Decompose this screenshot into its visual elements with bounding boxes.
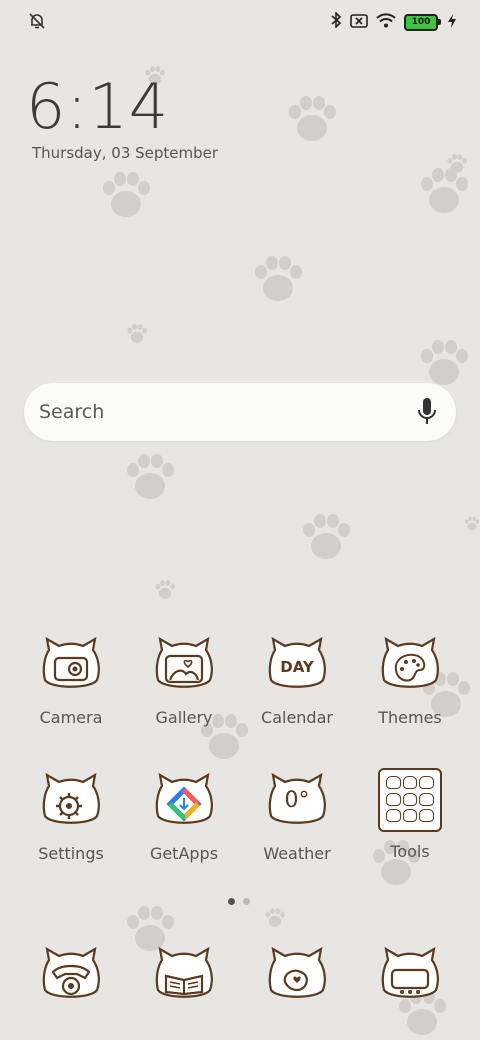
paw-print-decoration xyxy=(252,256,304,304)
app-gallery[interactable]: Gallery xyxy=(128,636,240,727)
app-label: Tools xyxy=(390,842,430,861)
mini-app-icon xyxy=(419,792,434,806)
app-label: GetApps xyxy=(149,844,219,863)
clock-time[interactable]: 6:14 xyxy=(26,70,169,143)
paw-print-decoration xyxy=(418,168,470,216)
page-dot[interactable] xyxy=(243,898,250,905)
search-bar[interactable]: Search xyxy=(24,383,456,441)
paw-print-decoration xyxy=(264,908,286,928)
app-themes[interactable]: Themes xyxy=(354,636,466,727)
mini-app-icon xyxy=(386,792,401,806)
dock-messages[interactable] xyxy=(354,946,466,1010)
page-dot-active[interactable] xyxy=(228,898,235,905)
getapps-icon xyxy=(152,772,216,836)
contacts-book-icon xyxy=(152,946,216,1010)
browser-globe-icon xyxy=(265,946,329,1010)
settings-gear-icon xyxy=(39,772,103,836)
weather-icon: 0° xyxy=(265,772,329,836)
dock-contacts[interactable] xyxy=(128,946,240,1010)
mini-app-icon xyxy=(386,809,401,823)
no-sim-icon xyxy=(350,13,368,32)
mini-app-icon xyxy=(386,776,401,789)
paw-print-decoration xyxy=(124,454,176,502)
paw-print-decoration xyxy=(446,154,468,174)
microphone-icon[interactable] xyxy=(416,397,438,431)
app-settings[interactable]: Settings xyxy=(15,772,127,863)
paw-print-decoration xyxy=(464,516,480,532)
bluetooth-icon xyxy=(330,11,342,32)
paw-print-decoration xyxy=(154,580,176,600)
wifi-icon xyxy=(376,12,396,32)
mini-app-icon xyxy=(419,809,434,823)
app-label: Weather xyxy=(263,844,331,863)
status-bar: 100 xyxy=(0,0,480,44)
app-camera[interactable]: Camera xyxy=(15,636,127,727)
battery-indicator: 100 xyxy=(404,13,441,31)
calendar-day-badge: DAY xyxy=(280,658,314,676)
weather-temperature-badge: 0° xyxy=(284,788,310,813)
app-label: Themes xyxy=(378,708,442,727)
messages-icon xyxy=(378,946,442,1010)
camera-icon xyxy=(39,636,103,700)
dock-browser[interactable] xyxy=(241,946,353,1010)
folder-tools[interactable]: Tools xyxy=(354,768,466,861)
page-indicator xyxy=(228,898,250,905)
app-getapps[interactable]: GetApps xyxy=(128,772,240,863)
app-weather[interactable]: 0° Weather xyxy=(241,772,353,863)
paw-print-decoration xyxy=(418,340,470,388)
mini-app-icon xyxy=(402,809,418,823)
mini-app-icon xyxy=(402,776,418,789)
app-label: Camera xyxy=(39,708,103,727)
paw-print-decoration xyxy=(300,514,352,562)
palette-icon xyxy=(378,636,442,700)
charging-icon xyxy=(448,13,456,32)
gallery-icon xyxy=(152,636,216,700)
app-label: Settings xyxy=(38,844,104,863)
mini-app-icon xyxy=(419,776,434,789)
app-label: Calendar xyxy=(261,708,333,727)
paw-print-decoration xyxy=(126,324,148,344)
clock-date[interactable]: Thursday, 03 September xyxy=(32,144,218,162)
app-calendar[interactable]: DAY Calendar xyxy=(241,636,353,727)
app-label: Gallery xyxy=(155,708,213,727)
mini-app-icon xyxy=(402,792,418,806)
calendar-icon: DAY xyxy=(265,636,329,700)
paw-print-decoration xyxy=(286,96,338,144)
alarm-off-icon xyxy=(28,12,46,34)
search-placeholder: Search xyxy=(39,401,105,423)
folder-icon xyxy=(378,768,442,832)
phone-icon xyxy=(39,946,103,1010)
paw-print-decoration xyxy=(100,172,152,220)
dock-phone[interactable] xyxy=(15,946,127,1010)
